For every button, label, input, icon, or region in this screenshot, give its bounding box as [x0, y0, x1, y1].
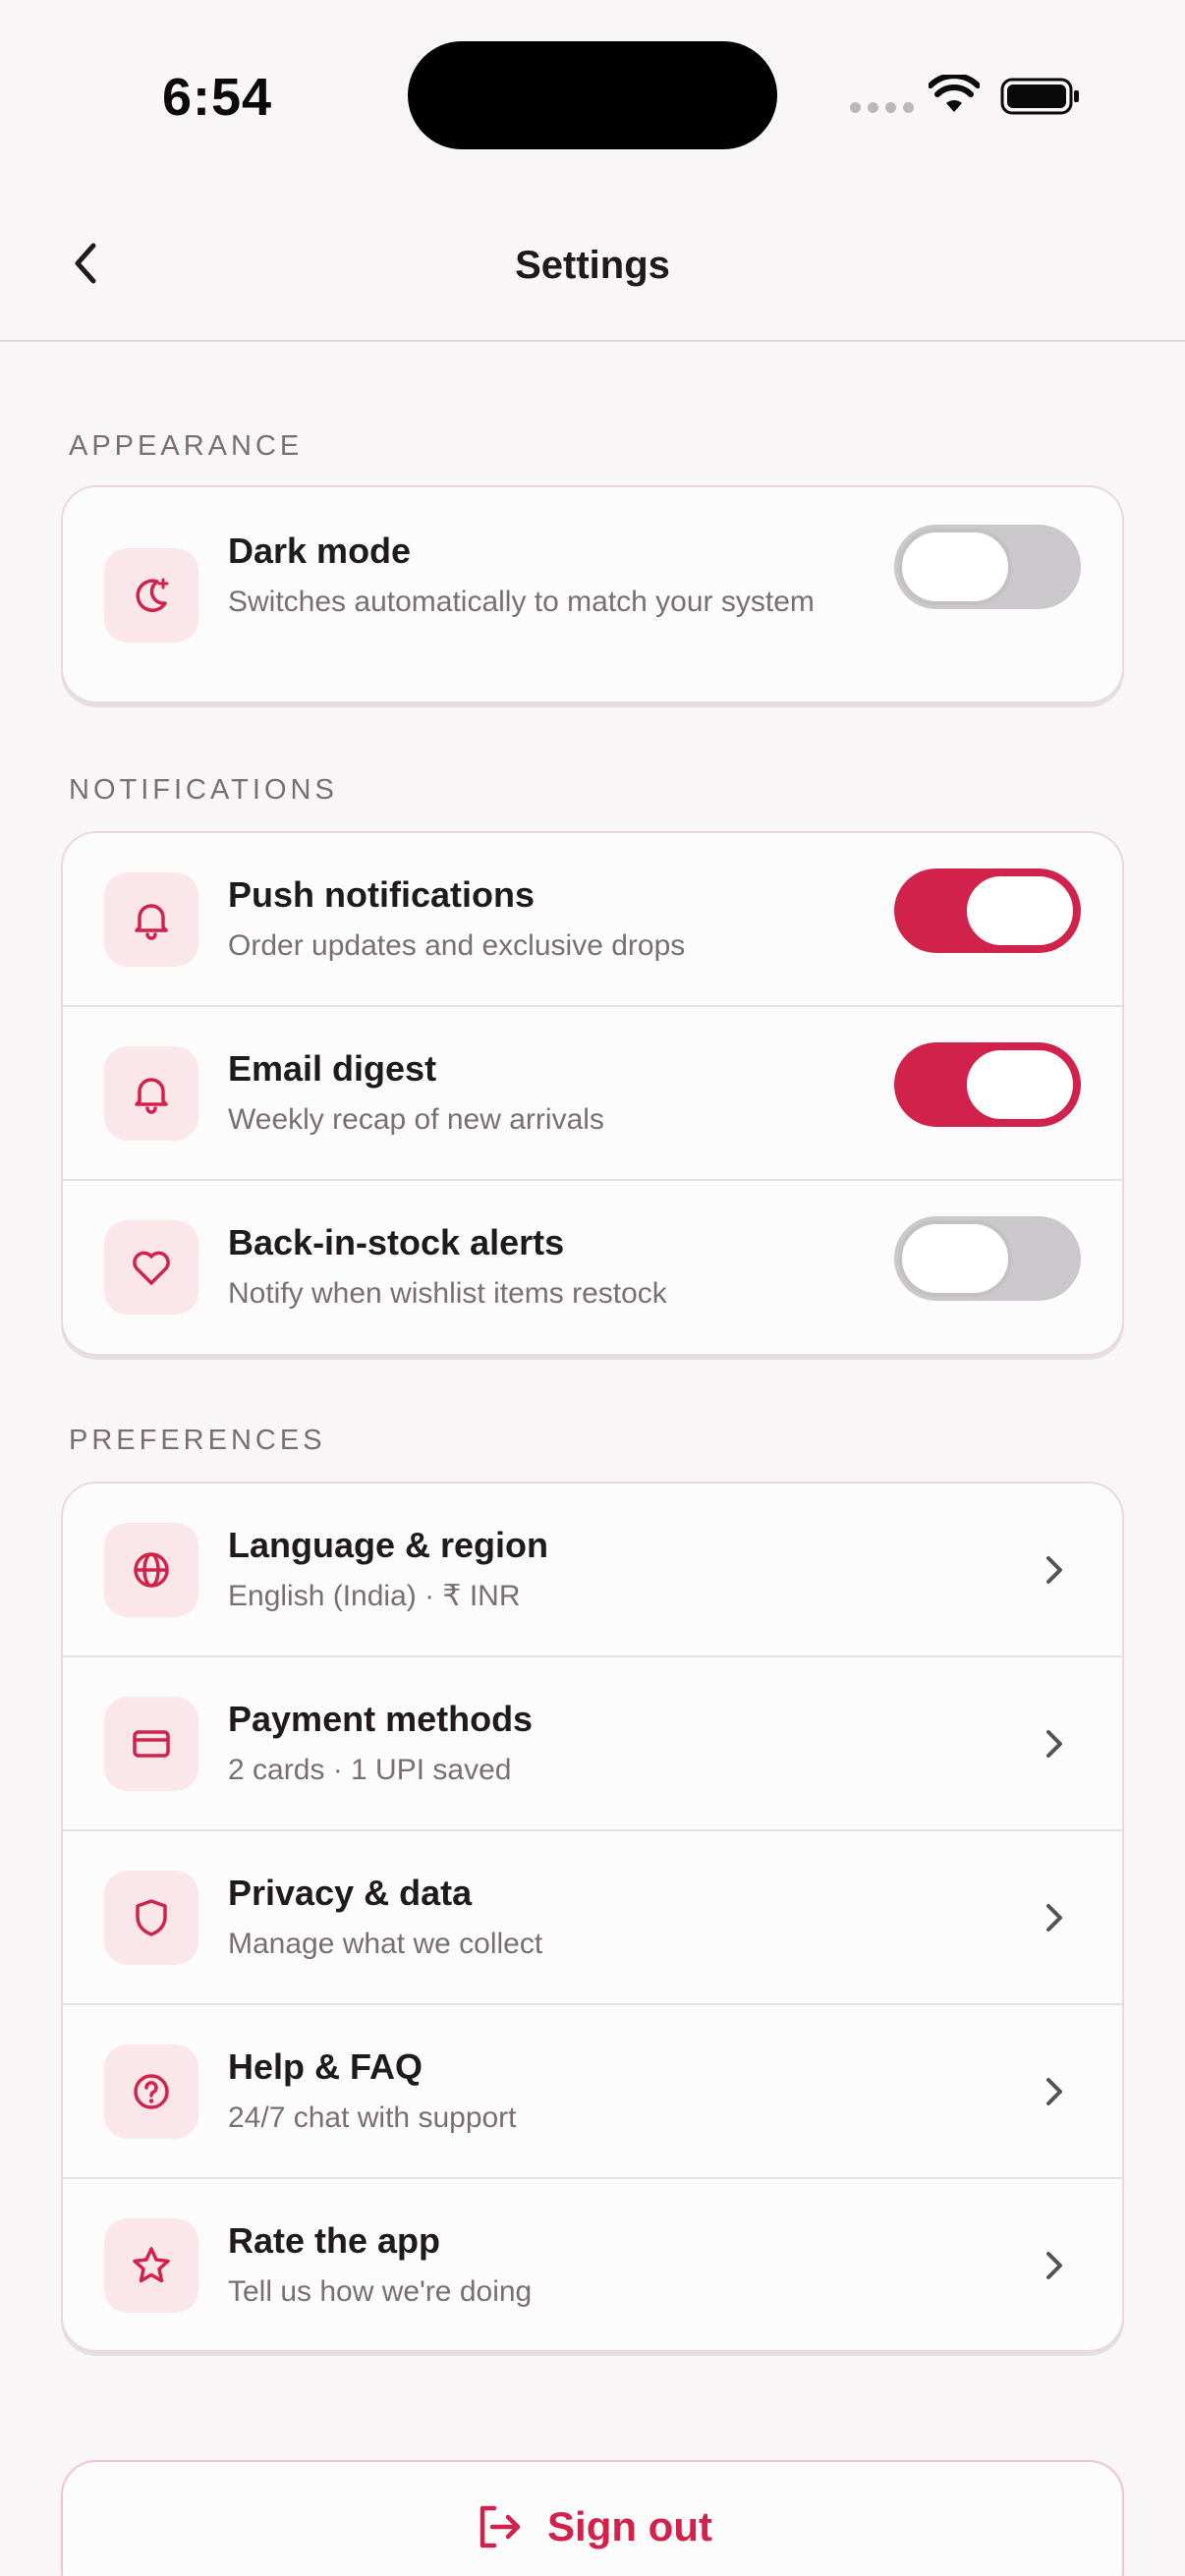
- row-title: Rate the app: [228, 2220, 441, 2261]
- toggle-knob: [963, 872, 1077, 949]
- navigation-bar: Settings: [0, 187, 1185, 342]
- email-digest-toggle[interactable]: [894, 1042, 1081, 1127]
- row-title: Push notifications: [228, 874, 536, 915]
- settings-row-email-digest[interactable]: Email digest Weekly recap of new arrival…: [63, 1007, 1122, 1181]
- sign-out-content: Sign out: [473, 2497, 712, 2556]
- logout-icon: [480, 2505, 521, 2548]
- section-label-preferences: PREFERENCES: [69, 1425, 326, 1456]
- sign-out-button[interactable]: Sign out: [61, 2460, 1124, 2576]
- heart-icon: [104, 1220, 198, 1315]
- back-in-stock-toggle[interactable]: [894, 1216, 1081, 1301]
- help-circle-icon: [104, 2044, 198, 2139]
- row-subtitle: Weekly recap of new arrivals: [228, 1103, 604, 1136]
- dynamic-island: [408, 41, 777, 149]
- chevron-right-icon: [1046, 2252, 1062, 2279]
- bell-icon: [104, 872, 198, 967]
- chevron-right-icon: [1046, 1730, 1062, 1758]
- row-title: Privacy & data: [228, 1873, 473, 1913]
- credit-card-icon: [104, 1697, 198, 1791]
- row-subtitle: Switches automatically to match your sys…: [228, 586, 815, 618]
- bell-icon: [104, 1046, 198, 1141]
- chevron-right-icon: [1046, 1556, 1062, 1584]
- status-bar: 6:54: [0, 0, 1185, 187]
- row-subtitle: 24/7 chat with support: [228, 2101, 517, 2134]
- toggle-knob: [898, 1220, 1012, 1297]
- row-title: Payment methods: [228, 1699, 534, 1739]
- settings-row-language-region[interactable]: Language & region English (India) · ₹ IN…: [63, 1484, 1122, 1657]
- appearance-card: Dark mode Switches automatically to matc…: [61, 485, 1124, 703]
- sign-out-label: Sign out: [547, 2503, 712, 2549]
- settings-row-dark-mode[interactable]: Dark mode Switches automatically to matc…: [63, 487, 1122, 701]
- wifi-icon: [929, 75, 980, 112]
- row-subtitle: English (India) · ₹ INR: [228, 1580, 521, 1612]
- settings-row-rate-app[interactable]: Rate the app Tell us how we're doing: [63, 2179, 1122, 2350]
- row-title: Back-in-stock alerts: [228, 1222, 565, 1262]
- cellular-signal-icon: [850, 102, 914, 113]
- row-subtitle: 2 cards · 1 UPI saved: [228, 1754, 512, 1786]
- preferences-card: Language & region English (India) · ₹ IN…: [61, 1482, 1124, 2352]
- page-title: Settings: [515, 244, 670, 287]
- status-time: 6:54: [162, 68, 273, 127]
- row-subtitle: Manage what we collect: [228, 1928, 543, 1960]
- row-title: Help & FAQ: [228, 2046, 423, 2087]
- toggle-knob: [963, 1046, 1077, 1123]
- row-subtitle: Notify when wishlist items restock: [228, 1277, 667, 1310]
- section-label-notifications: NOTIFICATIONS: [69, 774, 338, 806]
- chevron-right-icon: [1046, 1904, 1062, 1932]
- settings-row-back-in-stock[interactable]: Back-in-stock alerts Notify when wishlis…: [63, 1181, 1122, 1354]
- row-subtitle: Order updates and exclusive drops: [228, 929, 686, 962]
- battery-icon: [1000, 78, 1079, 115]
- push-notifications-toggle[interactable]: [894, 868, 1081, 953]
- settings-screen: 6:54 Settings APPEARANCE Dark mode Switc…: [0, 0, 1185, 2576]
- settings-row-privacy-data[interactable]: Privacy & data Manage what we collect: [63, 1831, 1122, 2005]
- star-icon: [104, 2218, 198, 2313]
- toggle-knob: [898, 529, 1012, 605]
- row-title: Dark mode: [228, 531, 412, 571]
- row-title: Email digest: [228, 1048, 437, 1089]
- chevron-right-icon: [1046, 2078, 1062, 2105]
- row-subtitle: Tell us how we're doing: [228, 2275, 533, 2308]
- row-title: Language & region: [228, 1525, 549, 1565]
- notifications-card: Push notifications Order updates and exc…: [61, 831, 1124, 1356]
- settings-row-help-faq[interactable]: Help & FAQ 24/7 chat with support: [63, 2005, 1122, 2179]
- settings-row-payment-methods[interactable]: Payment methods 2 cards · 1 UPI saved: [63, 1657, 1122, 1831]
- shield-icon: [104, 1871, 198, 1965]
- globe-icon: [104, 1523, 198, 1617]
- section-label-appearance: APPEARANCE: [69, 430, 304, 462]
- moon-icon: [104, 548, 198, 643]
- dark-mode-toggle[interactable]: [894, 525, 1081, 609]
- settings-row-push-notifications[interactable]: Push notifications Order updates and exc…: [63, 833, 1122, 1007]
